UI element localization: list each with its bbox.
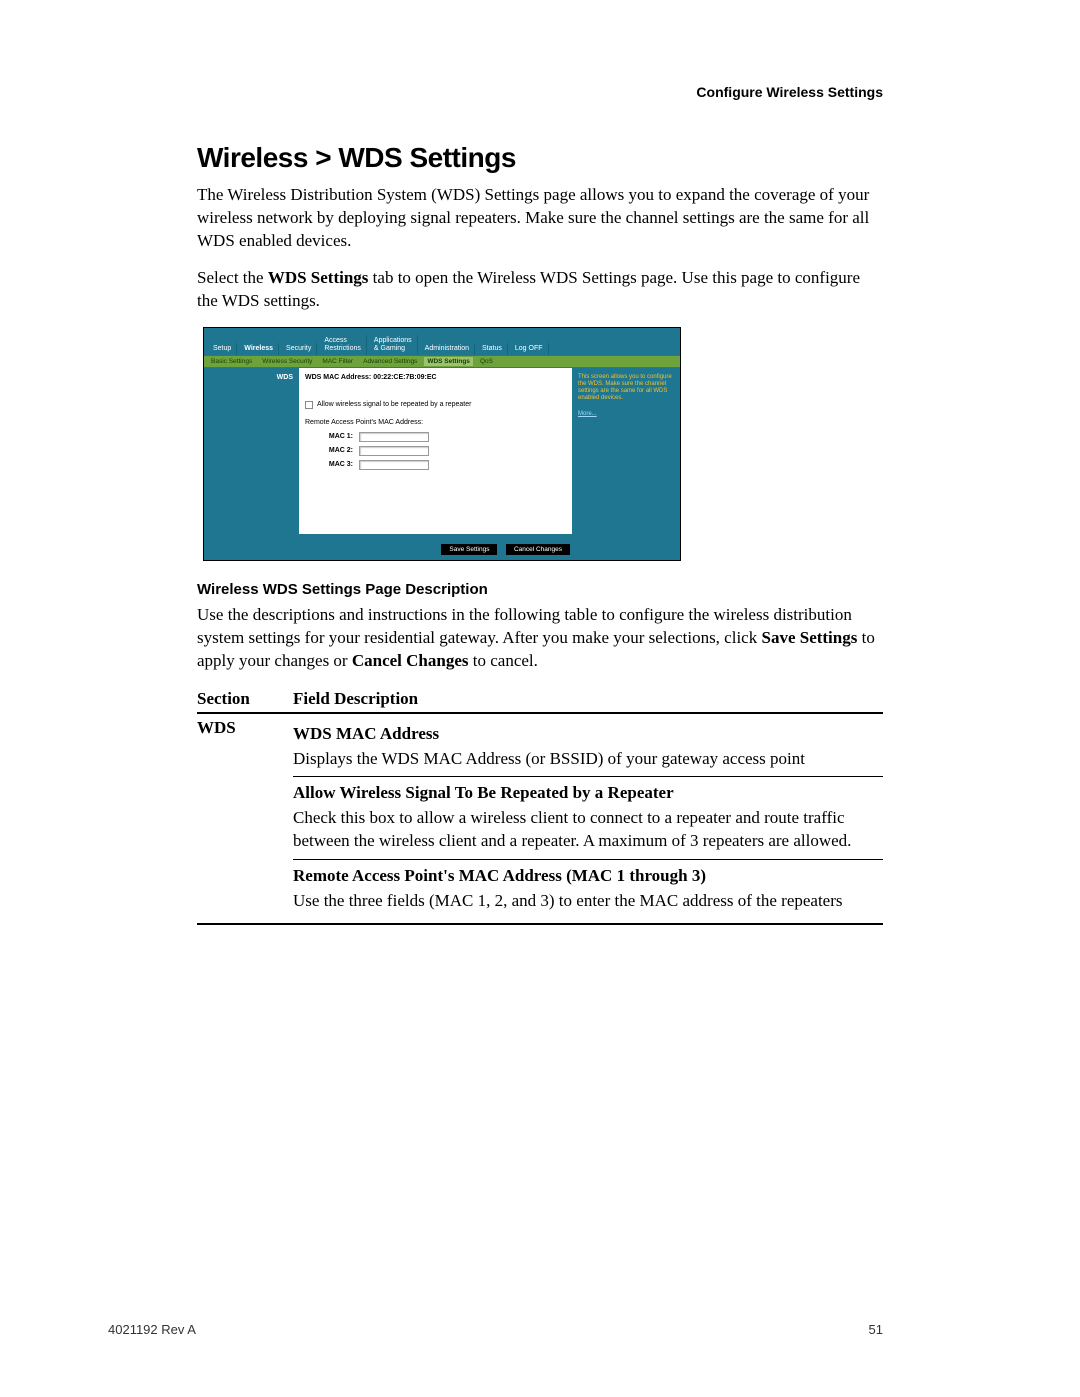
- mac2-input[interactable]: [359, 446, 429, 456]
- cancel-changes-button[interactable]: Cancel Changes: [506, 544, 570, 555]
- mac2-label: MAC 2:: [327, 447, 353, 454]
- save-settings-button[interactable]: Save Settings: [441, 544, 497, 555]
- intro2-pre: Select the: [197, 268, 268, 287]
- desc-intro-b1: Save Settings: [761, 628, 857, 647]
- intro-paragraph-2: Select the WDS Settings tab to open the …: [197, 267, 883, 313]
- subheading: Wireless WDS Settings Page Description: [197, 581, 883, 598]
- router-main-tabs: Setup Wireless Security Access Restricti…: [204, 335, 680, 355]
- router-help-text: This screen allows you to configure the …: [578, 374, 674, 403]
- tab-applications-gaming[interactable]: Applications & Gaming: [369, 335, 418, 355]
- tab-setup[interactable]: Setup: [208, 343, 237, 355]
- page-title: Wireless > WDS Settings: [197, 142, 883, 174]
- tab-logoff[interactable]: Log OFF: [510, 343, 549, 355]
- field-title-1: Allow Wireless Signal To Be Repeated by …: [293, 783, 883, 803]
- subtab-basic-settings[interactable]: Basic Settings: [208, 357, 255, 366]
- field-title-0: WDS MAC Address: [293, 724, 883, 744]
- tab-security[interactable]: Security: [281, 343, 317, 355]
- intro-paragraph-1: The Wireless Distribution System (WDS) S…: [197, 184, 883, 253]
- subtab-mac-filter[interactable]: MAC Filter: [319, 357, 356, 366]
- field-body-1: Check this box to allow a wireless clien…: [293, 807, 883, 853]
- field-body-2: Use the three fields (MAC 1, 2, and 3) t…: [293, 890, 883, 913]
- router-help-more-link[interactable]: More...: [578, 411, 597, 417]
- tab-status[interactable]: Status: [477, 343, 508, 355]
- desc-intro-pre: Use the descriptions and instructions in…: [197, 605, 852, 647]
- subtab-wireless-security[interactable]: Wireless Security: [259, 357, 315, 366]
- running-header: Configure Wireless Settings: [696, 84, 883, 100]
- mac3-label: MAC 3:: [327, 461, 353, 468]
- field-description-table: Section Field Description WDS WDS MAC Ad…: [197, 687, 883, 926]
- field-cell: WDS MAC Address Displays the WDS MAC Add…: [293, 713, 883, 925]
- footer-page-number: 51: [869, 1322, 883, 1337]
- subtab-advanced-settings[interactable]: Advanced Settings: [360, 357, 420, 366]
- description-intro: Use the descriptions and instructions in…: [197, 604, 883, 673]
- allow-repeater-label: Allow wireless signal to be repeated by …: [317, 401, 471, 408]
- col-section-header: Section: [197, 687, 293, 713]
- router-center-panel: WDS MAC Address: 00:22:CE:7B:09:EC Allow…: [299, 368, 572, 534]
- router-screenshot: Setup Wireless Security Access Restricti…: [203, 327, 681, 561]
- remote-ap-mac-label: Remote Access Point's MAC Address:: [305, 419, 566, 426]
- router-footer: Save Settings Cancel Changes: [204, 534, 680, 560]
- router-sub-tabs: Basic Settings Wireless Security MAC Fil…: [204, 355, 680, 368]
- tab-access-restrictions[interactable]: Access Restrictions: [319, 335, 367, 355]
- desc-intro-post: to cancel.: [469, 651, 538, 670]
- col-field-header: Field Description: [293, 687, 883, 713]
- subtab-wds-settings[interactable]: WDS Settings: [424, 357, 473, 366]
- field-title-2: Remote Access Point's MAC Address (MAC 1…: [293, 866, 883, 886]
- wds-mac-address-label: WDS MAC Address: 00:22:CE:7B:09:EC: [305, 374, 566, 381]
- footer-doc-id: 4021192 Rev A: [108, 1322, 196, 1337]
- tab-administration[interactable]: Administration: [420, 343, 475, 355]
- allow-repeater-checkbox[interactable]: [305, 401, 313, 409]
- mac1-input[interactable]: [359, 432, 429, 442]
- tab-wireless[interactable]: Wireless: [239, 343, 279, 355]
- section-cell-wds: WDS: [197, 713, 293, 925]
- subtab-qos[interactable]: QoS: [477, 357, 496, 366]
- intro2-bold: WDS Settings: [268, 268, 369, 287]
- mac1-label: MAC 1:: [327, 433, 353, 440]
- router-left-label: WDS: [204, 368, 299, 534]
- mac3-input[interactable]: [359, 460, 429, 470]
- desc-intro-b2: Cancel Changes: [352, 651, 469, 670]
- field-body-0: Displays the WDS MAC Address (or BSSID) …: [293, 748, 883, 771]
- router-help-panel: This screen allows you to configure the …: [572, 368, 680, 534]
